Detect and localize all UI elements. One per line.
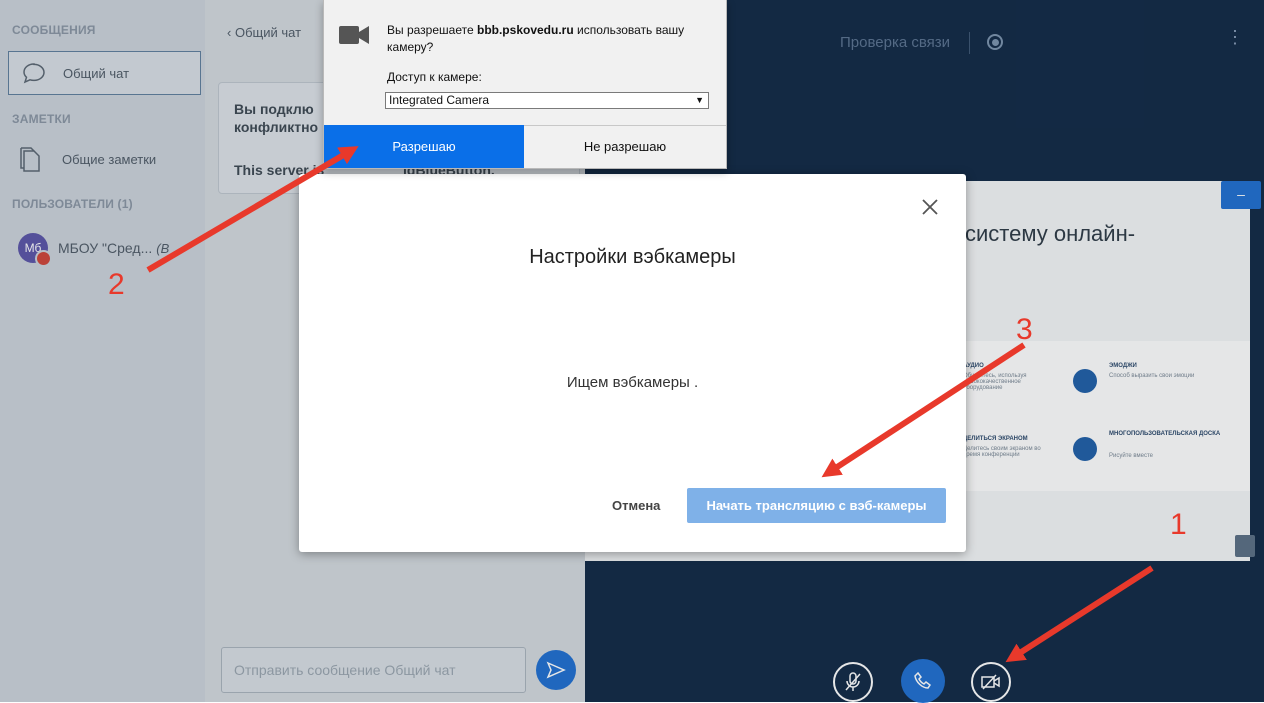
annotation-label-3: 3 [1016, 313, 1033, 346]
annotation-label-2: 2 [108, 268, 125, 301]
annotation-label-1: 1 [1170, 508, 1187, 541]
annotation-arrow-1 [1005, 565, 1154, 663]
annotation-arrow-3 [821, 342, 1026, 478]
annotation-arrow-2 [146, 146, 359, 273]
annotation-arrows [146, 146, 1154, 663]
